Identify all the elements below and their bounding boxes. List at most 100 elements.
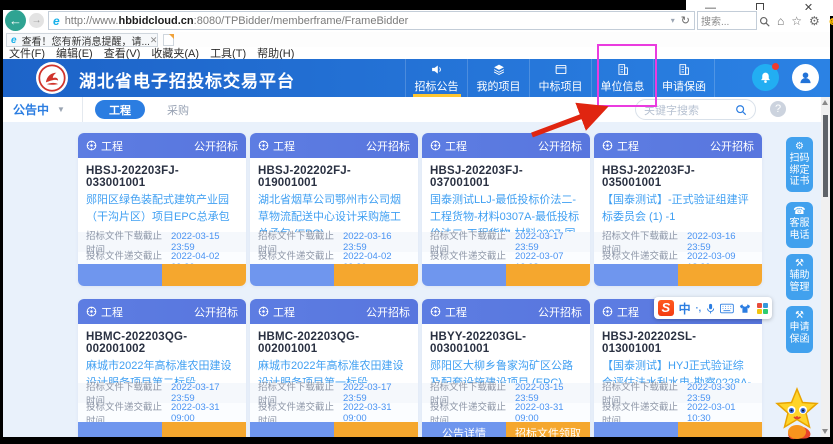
bid-method-label: 公开招标	[194, 304, 238, 320]
deadline-section: 招标文件下载截止时间2022-03-15 23:59 投标文件递交截止时间202…	[422, 383, 590, 423]
browser-search-input[interactable]: 搜索...	[697, 11, 757, 30]
tab-engineering[interactable]: 工程	[95, 100, 145, 119]
notification-badge	[772, 63, 779, 70]
nav-won-projects[interactable]: 中标项目	[529, 59, 591, 97]
scroll-up-icon[interactable]	[822, 100, 828, 105]
announcement-detail-button[interactable]	[594, 422, 678, 437]
bid-card[interactable]: 工程 公开招标 HBSJ-202203FJ-035001001 【国泰测试】-正…	[594, 133, 762, 286]
project-type-icon	[602, 306, 613, 317]
get-bid-file-button[interactable]	[162, 422, 246, 437]
user-avatar-button[interactable]	[792, 64, 819, 91]
home-icon[interactable]: ⌂	[777, 14, 784, 28]
announcement-detail-button[interactable]	[594, 264, 678, 286]
feedback-smiley-icon[interactable]: ☻	[827, 14, 833, 28]
card-header: 工程 公开招标	[422, 299, 590, 324]
download-deadline-value: 2022-03-15 23:59	[171, 231, 238, 253]
skin-shirt-icon[interactable]	[739, 303, 751, 314]
status-filter-dropdown[interactable]: 公告中 ▼	[3, 97, 83, 122]
get-bid-file-button[interactable]	[334, 422, 418, 437]
announcement-detail-button[interactable]	[78, 422, 162, 437]
project-code: HBSJ-202203FJ-033001001	[78, 158, 246, 192]
deadline-section: 招标文件下载截止时间2022-03-17 23:59 投标文件递交截止时间202…	[78, 383, 246, 423]
ime-toolbar[interactable]: S 中 ·,	[654, 297, 772, 319]
back-button[interactable]: ←	[5, 10, 26, 31]
bid-card[interactable]: 工程 公开招标 HBSJ-202203FJ-033001001 郧阳区绿色装配式…	[78, 133, 246, 286]
announcement-detail-button[interactable]	[422, 264, 506, 286]
project-code: HBSJ-202202FJ-019001001	[250, 158, 418, 192]
tool-label: 申请保函	[788, 322, 812, 345]
search-icon[interactable]	[759, 16, 770, 27]
star-mascot[interactable]	[770, 386, 824, 442]
project-type-label: 工程	[273, 138, 295, 154]
screen: — ✕ ← → e http://www.hbbidcloud.cn:8080/…	[0, 0, 833, 444]
favorites-star-icon[interactable]: ☆	[791, 14, 802, 28]
project-code: HBMC-202203QG-002001001	[250, 324, 418, 358]
get-bid-file-button[interactable]	[162, 264, 246, 286]
bid-method-label: 公开招标	[710, 138, 754, 154]
forward-button[interactable]: →	[29, 13, 44, 28]
settings-gear-icon[interactable]: ⚙	[809, 14, 820, 28]
tab-procurement[interactable]: 采购	[158, 100, 198, 119]
get-bid-file-button[interactable]	[506, 264, 590, 286]
bid-card[interactable]: 工程 公开招标 HBSJ-202202FJ-019001001 湖北省烟草公司鄂…	[250, 133, 418, 286]
nav-my-projects[interactable]: 我的项目	[467, 59, 529, 97]
bid-card[interactable]: 工程 公开招标 HBSJ-202203FJ-037001001 国泰测试LLJ-…	[422, 133, 590, 286]
tab-close-icon[interactable]: ✕	[150, 35, 158, 46]
project-type-label: 工程	[445, 138, 467, 154]
bid-card[interactable]: 工程 公开招标 HBSJ-202202SL-013001001 【国泰测试】HY…	[594, 299, 762, 437]
side-tool-button[interactable]: ☎ 客服电话	[786, 202, 813, 248]
project-code: HBYY-202203GL-003001001	[422, 324, 590, 358]
url-text: http://www.	[65, 15, 119, 27]
bid-card[interactable]: 工程 公开招标 HBYY-202203GL-003001001 郧阳区大柳乡鲁家…	[422, 299, 590, 437]
announcement-detail-button[interactable]	[78, 264, 162, 286]
project-code: HBMC-202203QG-002001002	[78, 324, 246, 358]
gear-icon: ⚙	[795, 141, 804, 152]
refresh-icon[interactable]: ↻	[681, 14, 690, 27]
card-actions	[78, 422, 246, 437]
get-bid-file-button[interactable]	[678, 264, 762, 286]
person-icon	[798, 70, 813, 85]
side-tool-button[interactable]: ⚙ 扫码绑定证书	[786, 137, 813, 192]
site-title: 湖北省电子招投标交易平台	[79, 67, 295, 92]
download-deadline-value: 2022-03-16 23:59	[687, 231, 754, 253]
side-tool-button[interactable]: ⚒ 辅助管理	[786, 254, 813, 300]
project-title-link[interactable]: 郧阳区绿色装配式建筑产业园（干沟片区）项目EPC总承包	[78, 192, 246, 226]
side-tool-button[interactable]: ⚒ 申请保函	[786, 306, 813, 353]
url-dropdown-icon[interactable]: ▾	[671, 16, 675, 25]
announcement-detail-button[interactable]	[250, 422, 334, 437]
sogou-logo-icon[interactable]: S	[658, 300, 674, 316]
toolbox-grid-icon[interactable]	[757, 303, 768, 314]
project-type-label: 工程	[445, 304, 467, 320]
site-logo	[36, 62, 68, 94]
download-deadline-value: 2022-03-16 23:59	[343, 231, 410, 253]
card-actions	[250, 264, 418, 286]
get-bid-file-button[interactable]: 招标文件领取	[506, 422, 590, 437]
project-title-link[interactable]: 【国泰测试】-正式验证组建评标委员会 (1) -1	[594, 192, 762, 226]
punctuation-icon[interactable]: ·,	[696, 303, 702, 313]
project-type-icon	[86, 306, 97, 317]
announcement-detail-button[interactable]	[250, 264, 334, 286]
card-actions	[78, 264, 246, 286]
download-deadline-value: 2022-03-30 23:59	[687, 382, 754, 404]
bid-method-label: 公开招标	[538, 304, 582, 320]
microphone-icon[interactable]	[706, 302, 715, 315]
address-bar[interactable]: e http://www.hbbidcloud.cn:8080/TPBidder…	[48, 11, 695, 30]
card-actions	[422, 264, 590, 286]
nav-apply-guarantee[interactable]: 申请保函	[653, 59, 715, 97]
announcement-detail-button[interactable]: 公告详情	[422, 422, 506, 437]
card-header: 工程 公开招标	[78, 133, 246, 158]
nav-bid-announcements[interactable]: 招标公告	[405, 59, 467, 97]
wrench-icon: ⚒	[795, 310, 804, 321]
chinese-mode-icon[interactable]: 中	[679, 300, 691, 317]
submit-deadline-value: 2022-03-31 09:00	[515, 402, 582, 424]
help-icon[interactable]: ?	[770, 101, 786, 117]
get-bid-file-button[interactable]	[678, 422, 762, 437]
keyboard-icon[interactable]	[720, 303, 734, 314]
download-deadline-value: 2022-03-15 23:59	[515, 382, 582, 404]
bid-card[interactable]: 工程 公开招标 HBMC-202203QG-002001002 麻城市2022年…	[78, 299, 246, 437]
card-header: 工程 公开招标	[78, 299, 246, 324]
bid-card[interactable]: 工程 公开招标 HBMC-202203QG-002001001 麻城市2022年…	[250, 299, 418, 437]
get-bid-file-button[interactable]	[334, 264, 418, 286]
project-type-icon	[430, 306, 441, 317]
scrollbar-thumb[interactable]	[823, 115, 828, 197]
